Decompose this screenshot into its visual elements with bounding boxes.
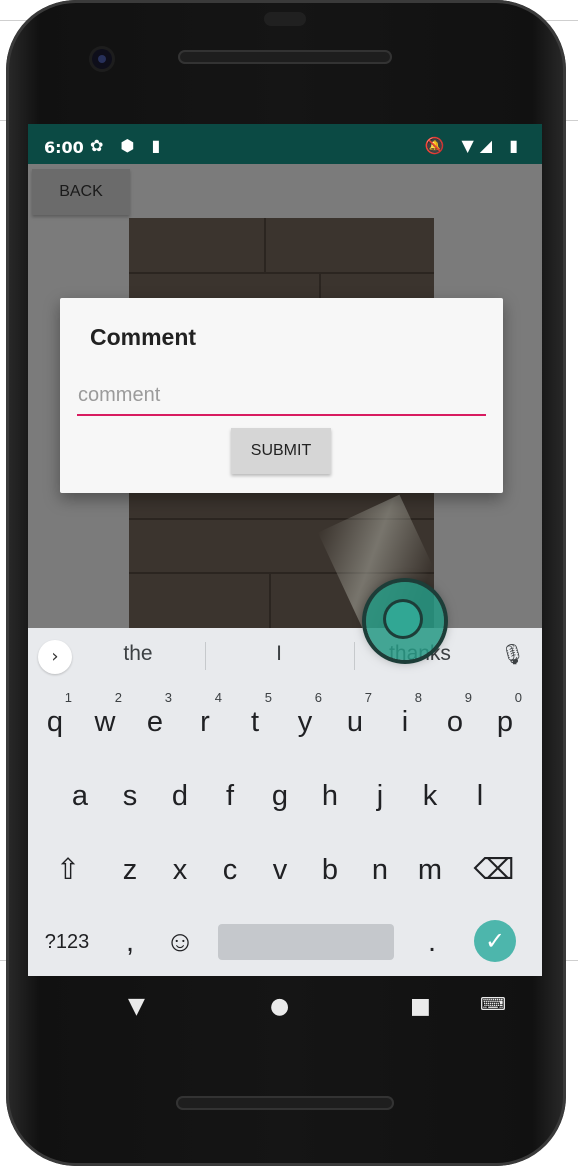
key-p[interactable]: p0 <box>480 690 530 752</box>
key-i[interactable]: i8 <box>380 690 430 752</box>
key-d[interactable]: d <box>155 766 205 826</box>
touch-indicator <box>366 582 444 660</box>
front-camera-icon <box>92 49 112 69</box>
nav-recents-icon[interactable]: ■ <box>410 994 431 1019</box>
photo-texture-line <box>129 272 434 274</box>
key-hint: 2 <box>114 690 122 705</box>
nav-back-icon[interactable]: ▼ <box>128 994 145 1019</box>
key-m[interactable]: m <box>405 840 455 900</box>
comma-key[interactable]: , <box>105 912 155 972</box>
expand-suggestions-icon[interactable]: › <box>38 640 72 674</box>
comment-dialog: Comment SUBMIT <box>60 298 503 493</box>
emoji-icon[interactable]: ☺ <box>155 912 205 972</box>
key-label: w <box>94 706 116 738</box>
key-b[interactable]: b <box>305 840 355 900</box>
key-r[interactable]: r4 <box>180 690 230 752</box>
keyboard-switch-icon[interactable]: ⌨ <box>480 994 506 1015</box>
key-label: e <box>146 706 164 738</box>
key-hint: 8 <box>414 690 422 705</box>
key-label: y <box>297 706 313 738</box>
nav-home-icon[interactable]: ● <box>270 994 289 1019</box>
key-j[interactable]: j <box>355 766 405 826</box>
key-hint: 4 <box>214 690 222 705</box>
key-o[interactable]: o9 <box>430 690 480 752</box>
earpiece <box>178 50 392 64</box>
navigation-bar: ▼ ● ■ ⌨ <box>28 976 542 1040</box>
key-v[interactable]: v <box>255 840 305 900</box>
backspace-icon[interactable]: ⌫ <box>469 840 519 900</box>
suggestion-divider <box>354 642 355 670</box>
space-key[interactable] <box>218 924 394 960</box>
suggestion-item[interactable]: I <box>219 642 339 666</box>
key-x[interactable]: x <box>155 840 205 900</box>
photo-texture-line <box>269 572 271 630</box>
key-label: t <box>250 706 260 738</box>
key-k[interactable]: k <box>405 766 455 826</box>
device-screen: 6:00 ✿ ⬢ ▮ 🔕 ▼◢ ▮ BACK Comment SUBMIT › … <box>28 124 542 976</box>
symbols-key[interactable]: ?123 <box>36 912 98 972</box>
mic-icon[interactable]: 🎙 <box>500 642 525 666</box>
status-notification-icons: ✿ ⬢ ▮ <box>90 136 167 155</box>
period-key[interactable]: . <box>407 912 457 972</box>
key-t[interactable]: t5 <box>230 690 280 752</box>
enter-check-icon[interactable]: ✓ <box>474 920 516 962</box>
dialog-title: Comment <box>90 324 197 350</box>
photo-texture-line <box>264 218 266 272</box>
key-e[interactable]: e3 <box>130 690 180 752</box>
key-hint: 5 <box>264 690 272 705</box>
key-hint: 6 <box>314 690 322 705</box>
key-label: r <box>200 706 210 738</box>
key-w[interactable]: w2 <box>80 690 130 752</box>
suggestion-item[interactable]: the <box>78 642 198 666</box>
status-bar: 6:00 ✿ ⬢ ▮ 🔕 ▼◢ ▮ <box>28 124 542 164</box>
key-y[interactable]: y6 <box>280 690 330 752</box>
key-label: p <box>496 706 514 738</box>
key-z[interactable]: z <box>105 840 155 900</box>
key-h[interactable]: h <box>305 766 355 826</box>
key-s[interactable]: s <box>105 766 155 826</box>
key-g[interactable]: g <box>255 766 305 826</box>
suggestion-divider <box>205 642 206 670</box>
shift-icon[interactable]: ⇧ <box>43 840 93 900</box>
status-system-icons: 🔕 ▼◢ ▮ <box>424 136 524 155</box>
soft-keyboard: › the I thanks 🎙 q1 w2 e3 r4 t5 y6 u7 i8… <box>28 628 542 976</box>
key-hint: 9 <box>464 690 472 705</box>
key-n[interactable]: n <box>355 840 405 900</box>
status-time: 6:00 <box>44 138 84 157</box>
bottom-speaker <box>176 1096 394 1110</box>
key-label: u <box>346 706 364 738</box>
key-u[interactable]: u7 <box>330 690 380 752</box>
key-label: o <box>446 706 464 738</box>
key-hint: 1 <box>64 690 72 705</box>
key-c[interactable]: c <box>205 840 255 900</box>
key-hint: 7 <box>364 690 372 705</box>
key-label: i <box>401 706 409 738</box>
key-label: q <box>46 706 64 738</box>
key-f[interactable]: f <box>205 766 255 826</box>
suggestion-bar: › the I thanks 🎙 <box>28 628 542 684</box>
top-notch <box>264 12 306 26</box>
key-q[interactable]: q1 <box>30 690 80 752</box>
submit-button[interactable]: SUBMIT <box>231 428 331 474</box>
key-l[interactable]: l <box>455 766 505 826</box>
key-hint: 0 <box>514 690 522 705</box>
key-a[interactable]: a <box>55 766 105 826</box>
comment-input[interactable] <box>77 378 486 416</box>
back-button[interactable]: BACK <box>32 169 130 215</box>
key-hint: 3 <box>164 690 172 705</box>
